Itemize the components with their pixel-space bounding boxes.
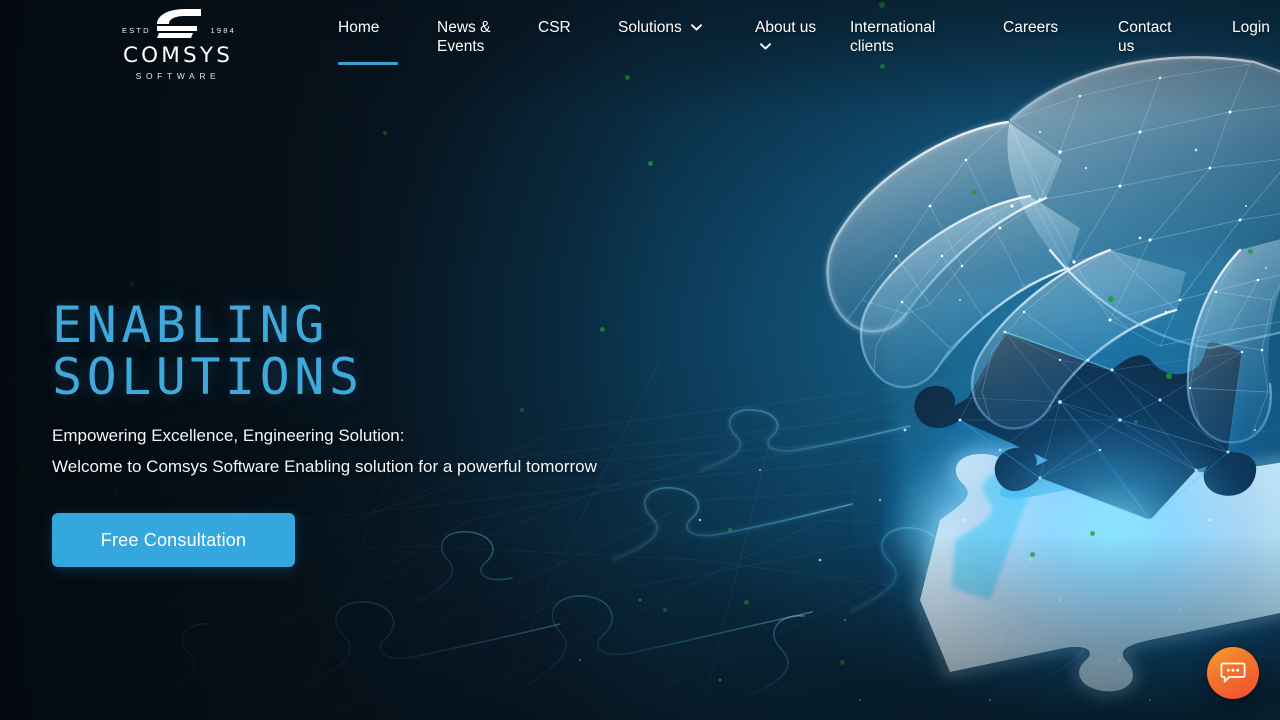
nav-active-underline — [338, 62, 398, 65]
logo-mark: ESTD 1984 — [108, 8, 248, 42]
site-logo[interactable]: ESTD 1984 COMSYS SOFTWARE — [108, 8, 248, 82]
nav-item-login[interactable]: Login — [1232, 14, 1280, 37]
hero-subtitle: Empowering Excellence, Engineering Solut… — [52, 420, 812, 482]
nav-label-international-clients: International clients — [850, 19, 936, 55]
hero-subtitle-line-2: Welcome to Comsys Software Enabling solu… — [52, 457, 597, 476]
logo-estd-year: 1984 — [210, 26, 236, 35]
nav-label-careers: Careers — [1003, 19, 1059, 36]
hero-section: ENABLING SOLUTIONS Empowering Excellence… — [0, 0, 1280, 720]
logo-estd-label: ESTD — [122, 26, 151, 35]
comsys-monogram-icon — [157, 9, 201, 38]
chevron-down-icon — [691, 18, 703, 37]
nav-item-csr[interactable]: CSR — [538, 14, 598, 37]
chevron-down-icon — [760, 37, 771, 56]
nav-item-about-us[interactable]: About us — [755, 14, 825, 57]
chat-bubble-icon — [1220, 662, 1246, 683]
hero-page: ESTD 1984 COMSYS SOFTWARE Home News & Ev… — [0, 0, 1280, 720]
nav-item-news-events[interactable]: News & Events — [437, 14, 493, 56]
hero-title-line-2: SOLUTIONS — [52, 348, 364, 406]
logo-tagline: SOFTWARE — [135, 71, 221, 81]
logo-wordmark: COMSYS — [122, 43, 234, 68]
hero-title-line-1: ENABLING — [52, 296, 329, 354]
nav-label-csr: CSR — [538, 19, 571, 36]
nav-label-login: Login — [1232, 19, 1270, 36]
chat-widget-button[interactable] — [1207, 647, 1259, 699]
hero-subtitle-line-1: Empowering Excellence, Engineering Solut… — [52, 426, 405, 445]
nav-item-international-clients[interactable]: International clients — [850, 14, 960, 56]
nav-item-careers[interactable]: Careers — [1003, 14, 1093, 37]
nav-label-solutions: Solutions — [618, 19, 682, 36]
main-navigation: Home News & Events CSR Solutions About u… — [320, 14, 1280, 84]
nav-label-about-us: About us — [755, 19, 817, 36]
nav-item-home[interactable]: Home — [338, 14, 418, 65]
site-header: ESTD 1984 COMSYS SOFTWARE Home News & Ev… — [0, 0, 1280, 96]
free-consultation-button[interactable]: Free Consultation — [52, 513, 295, 567]
nav-item-solutions[interactable]: Solutions — [618, 14, 728, 38]
nav-label-news-events: News & Events — [437, 19, 491, 55]
nav-item-contact-us[interactable]: Contact us — [1118, 14, 1190, 56]
nav-label-home: Home — [338, 19, 380, 36]
nav-label-contact-us: Contact us — [1118, 19, 1172, 55]
hero-title: ENABLING SOLUTIONS — [52, 300, 672, 402]
